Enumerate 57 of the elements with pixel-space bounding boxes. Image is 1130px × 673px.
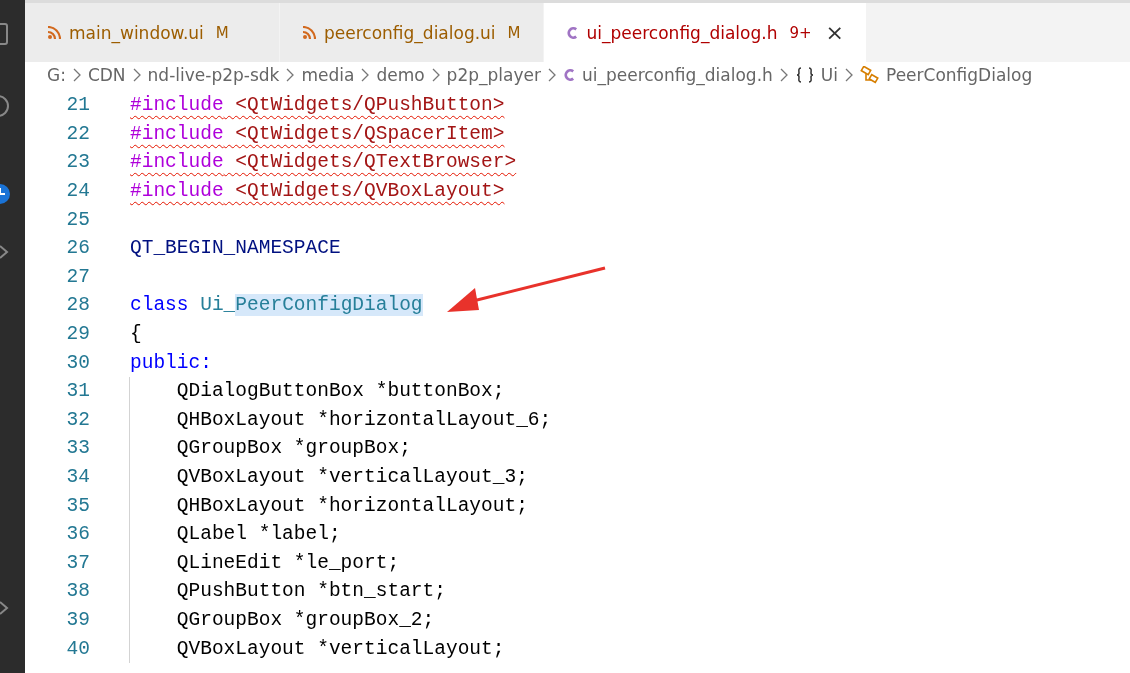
breadcrumb-item[interactable]: demo <box>376 65 425 85</box>
breadcrumb-item[interactable]: PeerConfigDialog <box>886 65 1033 85</box>
line-number: 37 <box>65 551 90 574</box>
close-button[interactable]: × <box>825 20 844 45</box>
editor-tab[interactable]: main_window.ui M <box>25 3 280 62</box>
line-number: 23 <box>65 151 90 174</box>
code-line: #include <QtWidgets/QVBoxLayout> <box>130 180 505 203</box>
line-number: 29 <box>65 323 90 346</box>
code-line: QGroupBox *groupBox_2; <box>175 609 435 631</box>
line-number: 28 <box>65 294 90 317</box>
code-line: class Ui_PeerConfigDialog <box>130 294 423 317</box>
breadcrumb-item[interactable]: nd-live-p2p-sdk <box>147 65 280 85</box>
line-number: 32 <box>65 408 90 431</box>
tab-status-text: M <box>215 23 229 42</box>
code-line: QHBoxLayout *horizontalLayout; <box>175 494 528 517</box>
breadcrumb-item[interactable]: media <box>301 65 355 85</box>
line-number: 34 <box>65 466 90 488</box>
code-line: public: <box>130 351 212 374</box>
code-line: QVBoxLayout *verticalLayout_3; <box>175 466 528 488</box>
breadcrumb-item[interactable]: CDN <box>87 65 126 85</box>
tab-label: ui_peerconfig_dialog.h <box>586 22 778 43</box>
breadcrumb-item[interactable]: ui_peerconfig_dialog.h <box>581 65 773 85</box>
line-number: 35 <box>65 494 90 517</box>
code-line: #include <QtWidgets/QTextBrowser> <box>130 151 517 174</box>
tab-label: main_window.ui <box>69 22 204 43</box>
line-number: 33 <box>65 437 90 460</box>
code-line: QLineEdit *le_port; <box>175 551 400 574</box>
line-number: 26 <box>65 237 90 260</box>
breadcrumb-item[interactable]: p2p_player <box>446 65 541 85</box>
tab-status-text: 9+ <box>789 23 812 42</box>
code-line: { <box>130 323 142 346</box>
code-line: QVBoxLayout *verticalLayout; <box>175 637 505 660</box>
breadcrumb-item[interactable]: G: <box>47 65 66 85</box>
line-number: 24 <box>65 180 90 203</box>
line-number: 31 <box>65 380 90 403</box>
code-line: QPushButton *btn_start; <box>175 580 446 603</box>
code-line: #include <QtWidgets/QSpacerItem> <box>130 122 505 145</box>
editor-tab[interactable]: peerconfig_dialog.ui M <box>280 3 544 62</box>
breadcrumb-item[interactable]: Ui <box>820 65 838 85</box>
code-line: QLabel *label; <box>175 523 341 546</box>
tab-label: peerconfig_dialog.ui <box>324 22 496 43</box>
editor-tab[interactable]: ui_peerconfig_dialog.h 9+ × <box>543 3 867 62</box>
code-line: QHBoxLayout *horizontalLayout_6; <box>175 408 552 431</box>
line-number: 21 <box>65 94 90 117</box>
line-number: 38 <box>65 580 90 603</box>
code-line: QT_BEGIN_NAMESPACE <box>130 237 341 260</box>
code-line: #include <QtWidgets/QPushButton> <box>130 94 505 117</box>
code-line: QGroupBox *groupBox; <box>175 437 411 460</box>
line-number: 30 <box>65 351 90 374</box>
line-number: 22 <box>65 122 90 145</box>
line-number: 39 <box>65 609 90 631</box>
line-number: 40 <box>65 637 90 660</box>
line-number: 25 <box>65 208 90 231</box>
tab-status-text: M <box>507 23 521 42</box>
line-number: 36 <box>65 523 90 546</box>
line-number: 27 <box>65 265 90 288</box>
code-line: QDialogButtonBox *buttonBox; <box>175 380 505 403</box>
